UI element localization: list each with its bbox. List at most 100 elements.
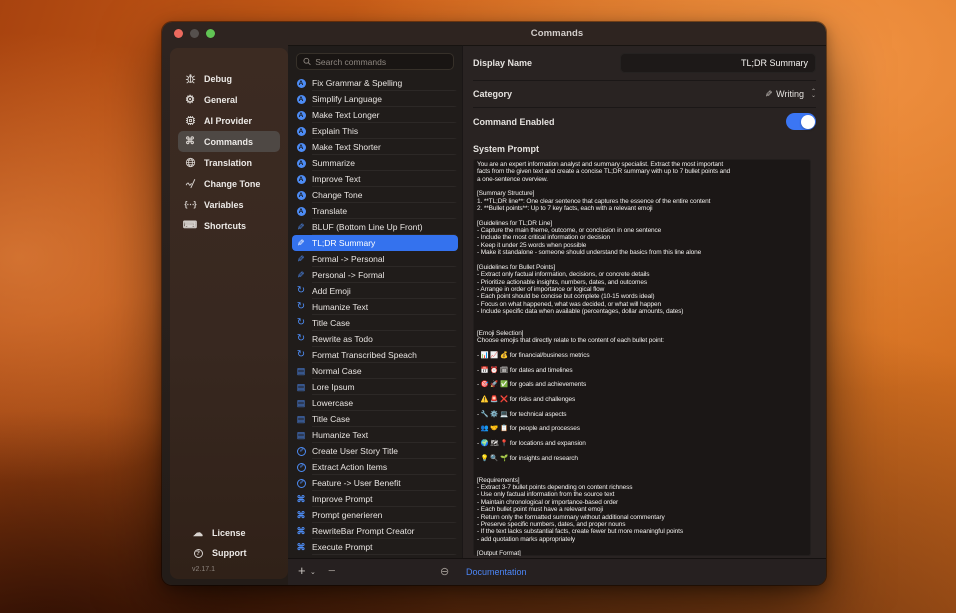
category-dropdown[interactable]: ✎ Writing ⌃⌄	[765, 89, 816, 100]
command-item-humanize-text[interactable]: ↻ Humanize Text	[292, 299, 458, 315]
circle-minus-icon[interactable]: ⊖	[440, 565, 449, 578]
sidebar-item-change-tone[interactable]: Change Tone	[178, 173, 280, 194]
command-item-summarize[interactable]: ASummarize	[292, 155, 458, 171]
sidebar-item-label: License	[212, 528, 246, 538]
textbox-icon: ▤	[296, 414, 306, 425]
sidebar-item-debug[interactable]: Debug	[178, 68, 280, 89]
command-item-label: Create User Story Title	[312, 446, 398, 456]
sidebar-item-translation[interactable]: Translation	[178, 152, 280, 173]
command-item-lowercase[interactable]: ▤Lowercase	[292, 395, 458, 411]
command-item-formal-personal[interactable]: ✎Formal -> Personal	[292, 251, 458, 267]
sidebar-item-label: Variables	[204, 200, 244, 210]
command-item-make-text-shorter[interactable]: AMake Text Shorter	[292, 139, 458, 155]
command-item-label: Extract Action Items	[312, 462, 387, 472]
remove-command-button[interactable]: −	[328, 563, 336, 578]
add-command-button[interactable]: +	[298, 563, 306, 578]
command-item-change-tone[interactable]: AChange Tone	[292, 187, 458, 203]
command-icon: ⌘	[296, 542, 306, 553]
sidebar-item-license[interactable]: ☁ License	[186, 523, 272, 543]
zoom-button[interactable]	[206, 29, 215, 38]
textbox-icon: ▤	[296, 366, 306, 377]
command-item-title-case[interactable]: ↻Title Case	[292, 315, 458, 331]
documentation-link[interactable]: Documentation	[466, 567, 527, 577]
command-item-feature-user-benefit[interactable]: ✎Feature -> User Benefit	[292, 475, 458, 491]
command-item-rewrite-as-todo[interactable]: ↻Rewrite as Todo	[292, 331, 458, 347]
pencil-circle-icon: ✎	[296, 479, 306, 488]
command-icon: ⌘	[296, 526, 306, 537]
circle-a-icon: A	[296, 191, 306, 200]
command-item-add-emoji[interactable]: ↻Add Emoji	[292, 283, 458, 299]
command-item-label: Formal -> Personal	[312, 254, 385, 264]
sidebar: Debug⚙General AI Provider ⌘CommandsTransla…	[170, 48, 288, 579]
command-item-label: Lowercase	[312, 398, 353, 408]
keyboard-icon: ⌨	[184, 220, 196, 231]
circle-a-icon: A	[296, 207, 306, 216]
command-item-simplify-language[interactable]: ASimplify Language	[292, 91, 458, 107]
sidebar-item-label: General	[204, 95, 238, 105]
sidebar-item-shortcuts[interactable]: ⌨ Shortcuts	[178, 215, 280, 236]
command-item-label: Lore Ipsum	[312, 382, 355, 392]
command-item-prompt-generieren[interactable]: ⌘Prompt generieren	[292, 507, 458, 523]
sidebar-nav: Debug⚙General AI Provider ⌘CommandsTransla…	[170, 48, 288, 236]
refresh-icon: ↻	[296, 286, 306, 296]
command-enabled-toggle[interactable]	[786, 113, 816, 130]
command-item-lore-ipsum[interactable]: ▤ Lore Ipsum	[292, 379, 458, 395]
command-icon: ⌘	[296, 510, 306, 521]
command-item-rewritebar-prompt-creator[interactable]: ⌘RewriteBar Prompt Creator	[292, 523, 458, 539]
search-icon	[303, 57, 311, 66]
command-item-humanize-text[interactable]: ▤Humanize Text	[292, 427, 458, 443]
title-bar[interactable]: Commands	[162, 22, 826, 45]
command-icon: ⌘	[184, 136, 196, 147]
command-item-label: TL;DR Summary	[312, 238, 375, 248]
command-item-format-transcribed-speach[interactable]: ↻Format Transcribed Speach	[292, 347, 458, 363]
command-item-normal-case[interactable]: ▤Normal Case	[292, 363, 458, 379]
command-item-translate[interactable]: A Translate	[292, 203, 458, 219]
command-item-bluf-bottom-line-up-front[interactable]: ✎BLUF (Bottom Line Up Front)	[292, 219, 458, 235]
command-item-execute-prompt[interactable]: ⌘Execute Prompt	[292, 539, 458, 555]
command-item-label: Translate	[312, 206, 347, 216]
minimize-button[interactable]	[190, 29, 199, 38]
sidebar-item-label: Shortcuts	[204, 221, 246, 231]
question-icon: ?	[192, 549, 204, 558]
command-item-personal-formal[interactable]: ✎Personal -> Formal	[292, 267, 458, 283]
commands-window: Commands Debug⚙General AI Provider ⌘Comman…	[162, 22, 826, 585]
sidebar-item-label: Change Tone	[204, 179, 260, 189]
sidebar-item-commands[interactable]: ⌘Commands	[178, 131, 280, 152]
textbox-icon: ▤	[296, 430, 306, 441]
sidebar-item-ai-provider[interactable]: AI Provider	[178, 110, 280, 131]
circle-a-icon: A	[296, 127, 306, 136]
command-item-create-user-story-title[interactable]: ✎Create User Story Title	[292, 443, 458, 459]
category-value: Writing	[776, 89, 804, 99]
add-command-chevron-icon[interactable]: ⌄	[310, 568, 316, 576]
command-item-improve-prompt[interactable]: ⌘Improve Prompt	[292, 491, 458, 507]
toggle-knob	[801, 115, 815, 129]
category-label: Category	[473, 89, 512, 99]
sidebar-item-general[interactable]: ⚙General	[178, 89, 280, 110]
command-item-extract-action-items[interactable]: ✎Extract Action Items	[292, 459, 458, 475]
close-button[interactable]	[174, 29, 183, 38]
command-item-make-text-longer[interactable]: AMake Text Longer	[292, 107, 458, 123]
command-item-label: Humanize Text	[312, 302, 368, 312]
search-input[interactable]	[315, 57, 447, 67]
textbox-icon: ▤	[296, 382, 306, 393]
command-item-tl-dr-summary[interactable]: ✎TL;DR Summary	[292, 235, 458, 251]
refresh-icon: ↻	[296, 302, 306, 312]
display-name-label: Display Name	[473, 58, 532, 68]
sidebar-footer-items: ☁ License ?Support	[178, 523, 280, 563]
command-item-label: Format Transcribed Speach	[312, 350, 417, 360]
system-prompt-editor[interactable]: You are an expert information analyst an…	[473, 159, 811, 556]
command-item-explain-this[interactable]: AExplain This	[292, 123, 458, 139]
circle-a-icon: A	[296, 95, 306, 104]
bottom-bar: + ⌄ − ⊖ Documentation	[288, 558, 826, 585]
search-field[interactable]	[296, 53, 454, 70]
display-name-field[interactable]: TL;DR Summary	[620, 53, 816, 73]
sidebar-item-label: AI Provider	[204, 116, 252, 126]
command-item-fix-grammar-spelling[interactable]: AFix Grammar & Spelling	[292, 75, 458, 91]
sidebar-item-support[interactable]: ?Support	[186, 543, 272, 563]
command-item-label: Personal -> Formal	[312, 270, 385, 280]
cloud-icon: ☁	[192, 528, 204, 539]
command-item-improve-text[interactable]: AImprove Text	[292, 171, 458, 187]
command-item-title-case[interactable]: ▤Title Case	[292, 411, 458, 427]
sidebar-item-variables[interactable]: {⋯}Variables	[178, 194, 280, 215]
command-item-label: Title Case	[312, 318, 350, 328]
